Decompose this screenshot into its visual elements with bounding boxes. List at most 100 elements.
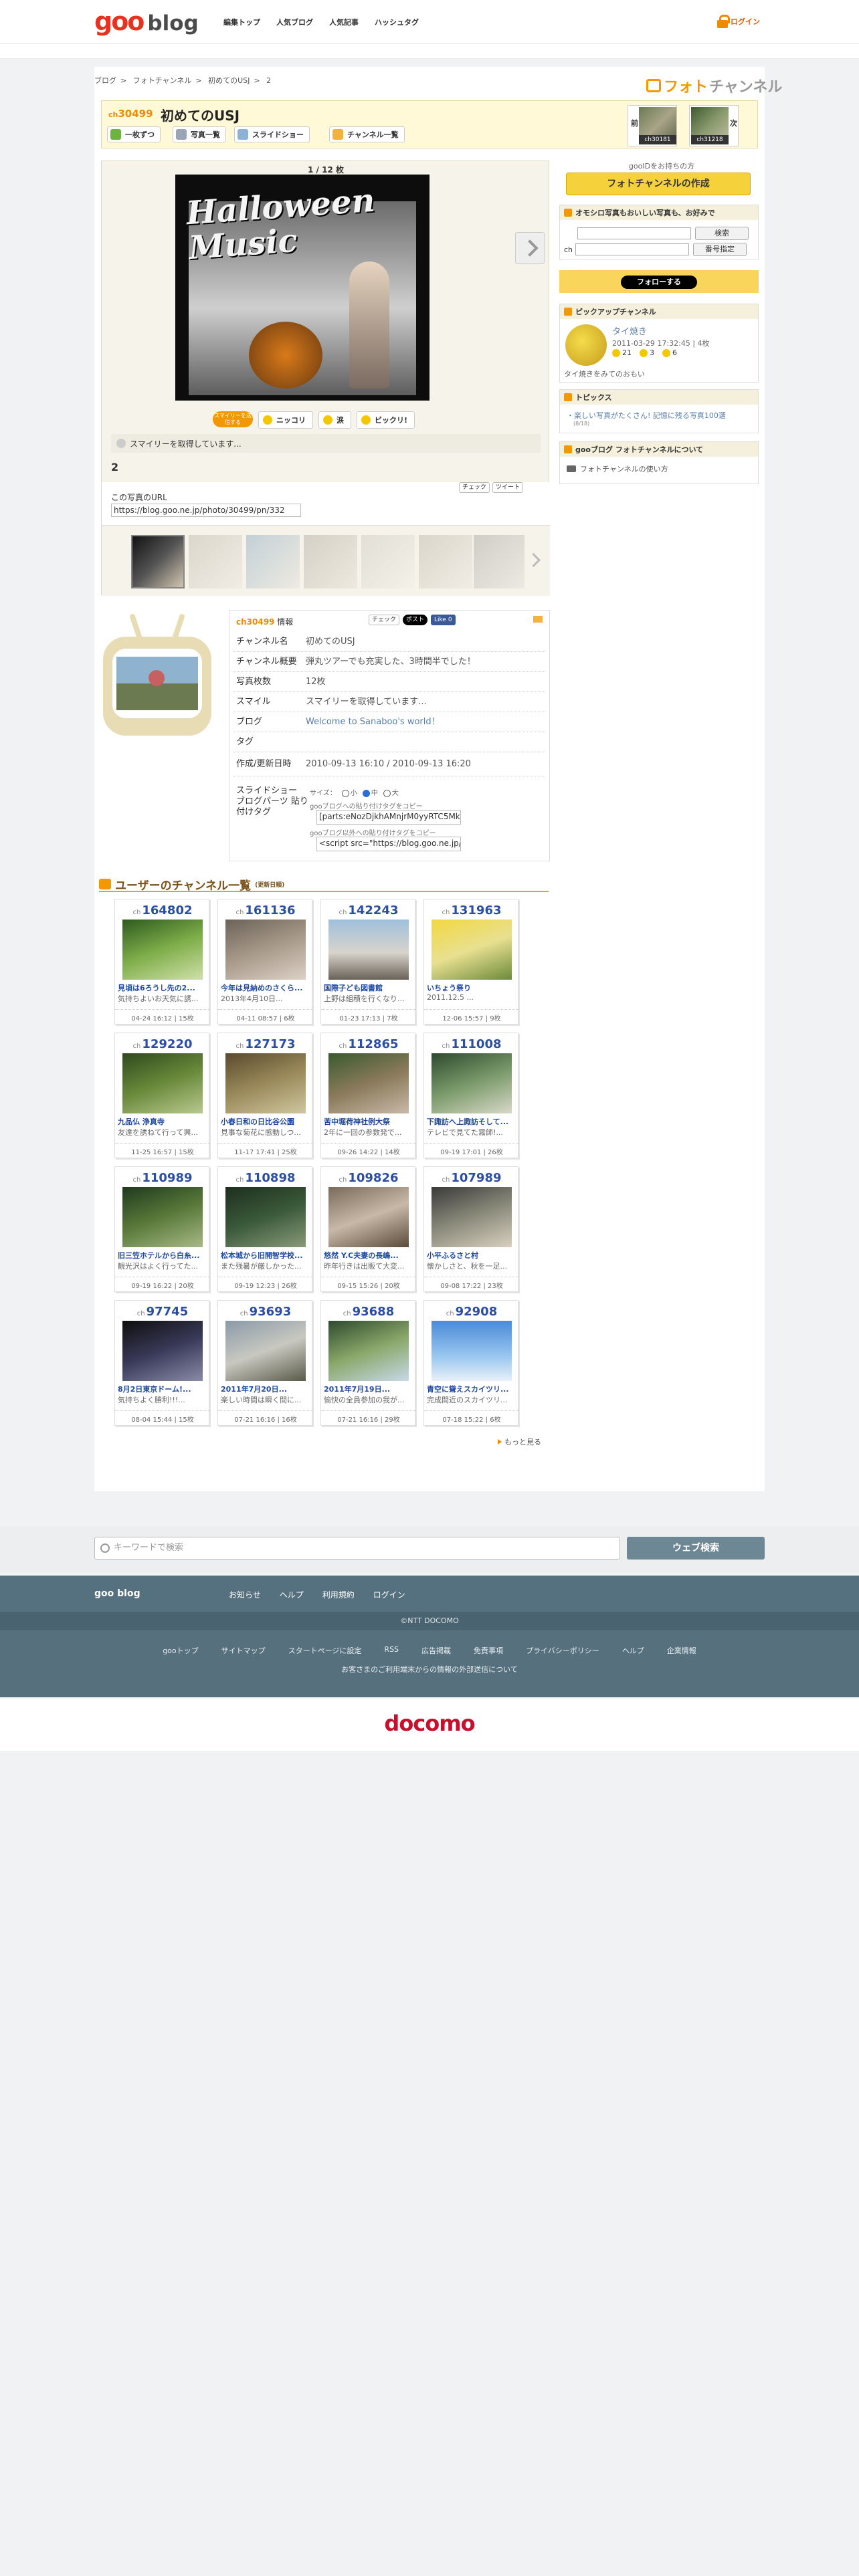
card-title[interactable]: 松本城から旧開智学校...	[221, 1250, 310, 1261]
slideshow-button[interactable]: スライドショー	[234, 126, 310, 142]
footer-link-login[interactable]: ログイン	[373, 1589, 405, 1600]
channel-card[interactable]: ch 142243 国際子ども図書館 上野は組積を行くなり... 01-23 17:13…	[320, 899, 416, 1025]
keyword-search-input[interactable]	[577, 227, 691, 239]
card-title[interactable]: 旧三笠ホテルから白糸...	[118, 1250, 207, 1261]
info-post-button[interactable]: ポスト	[403, 615, 428, 625]
card-title[interactable]: いちょう祭り	[427, 982, 516, 993]
channel-card[interactable]: ch 110989 旧三笠ホテルから白糸... 観光沢はよく行ってた... 09-19 …	[114, 1166, 210, 1292]
pickup-thumbnail[interactable]	[565, 324, 607, 366]
smiley-surprise-button[interactable]: ビックリ!	[357, 411, 415, 429]
pickup-channel-name[interactable]: タイ焼き	[612, 324, 647, 337]
footer-brand[interactable]: goo blog	[94, 1588, 140, 1599]
channel-card[interactable]: ch 107989 小平ふるさと村 懐かしさと、秋を一足... 09-08 17:22 …	[423, 1166, 519, 1292]
login-link[interactable]: ログイン	[717, 15, 760, 28]
card-thumbnail[interactable]	[122, 920, 203, 980]
card-thumbnail[interactable]	[432, 1321, 512, 1381]
footer-link[interactable]: RSS	[384, 1645, 399, 1656]
main-photo[interactable]: Halloween Music	[175, 175, 430, 401]
channel-card[interactable]: ch 109826 悠然 Y.C夫妻の長嶋... 昨年行きは出販て大変... 09-15…	[320, 1166, 416, 1292]
info-check-button[interactable]: チェック	[369, 615, 400, 625]
info-blog-link[interactable]: Welcome to Sanaboo's world！	[306, 712, 545, 732]
card-title[interactable]: 九品仏 浄真寺	[118, 1116, 207, 1127]
channel-card[interactable]: ch 111008 下諏訪へ上諏訪そして... テレビで見てた霧師!... 09-19 …	[423, 1033, 519, 1158]
photochannel-logo[interactable]: フォト チャンネル	[646, 75, 782, 96]
channel-list-button[interactable]: チャンネル一覧	[329, 126, 405, 142]
card-thumbnail[interactable]	[225, 1321, 306, 1381]
card-title[interactable]: 悠然 Y.C夫妻の長嶋...	[324, 1250, 413, 1261]
ch-number-button[interactable]: 番号指定	[693, 243, 747, 256]
nav-popular-article[interactable]: 人気記事	[329, 17, 359, 27]
breadcrumb-blog[interactable]: ブログ	[94, 76, 116, 85]
footer-link-help[interactable]: ヘルプ	[280, 1589, 304, 1600]
strip-thumb[interactable]	[304, 535, 357, 588]
photo-url-field[interactable]: https://blog.goo.ne.jp/photo/30499/pn/33…	[111, 504, 301, 517]
nav-popular-blog[interactable]: 人気ブログ	[276, 17, 313, 27]
smiley-smile-button[interactable]: ニッコリ	[258, 411, 313, 429]
footer-external-note[interactable]: お客さまのご利用端末からの情報の外部送信について	[0, 1664, 859, 1675]
card-thumbnail[interactable]	[225, 1187, 306, 1247]
create-channel-button[interactable]: フォトチャンネルの作成	[566, 173, 751, 195]
strip-thumb[interactable]	[474, 535, 524, 588]
docomo-logo[interactable]: docomo	[0, 1699, 859, 1751]
footer-link[interactable]: ヘルプ	[622, 1645, 644, 1656]
prev-channel-button[interactable]: 前 ch30181	[628, 105, 677, 146]
footer-link[interactable]: 免責事項	[474, 1645, 503, 1656]
card-thumbnail[interactable]	[225, 920, 306, 980]
copy-tag-goo-field[interactable]: [parts:eNozDjkhAMnjrM0yyRTC5MktwM1	[316, 810, 461, 825]
channel-card[interactable]: ch 93693 2011年7月20日... 楽しい時間は瞬く間に... 07-21 1…	[217, 1300, 313, 1426]
topics-item-link[interactable]: ・楽しい写真がたくさん! 記憶に残る写真100選	[567, 410, 726, 421]
card-thumbnail[interactable]	[328, 1053, 409, 1113]
strip-thumb[interactable]	[189, 535, 242, 588]
copy-tag-other-field[interactable]: <script src="https://blog.goo.ne.jp/swf/…	[316, 837, 461, 851]
ch-number-input[interactable]	[575, 243, 690, 255]
card-thumbnail[interactable]	[432, 1187, 512, 1247]
check-button[interactable]: チェック	[459, 482, 490, 493]
card-title[interactable]: 2011年7月19日...	[324, 1384, 413, 1394]
card-title[interactable]: 小平ふるさと村	[427, 1250, 516, 1261]
footer-link-terms[interactable]: 利用規約	[322, 1589, 355, 1600]
nav-edit-top[interactable]: 編集トップ	[223, 17, 260, 27]
footer-link[interactable]: スタートページに設定	[288, 1645, 362, 1656]
channel-card[interactable]: ch 127173 小春日和の日比谷公園 見事な菊花に感動しつ... 11-17 17:…	[217, 1033, 313, 1158]
next-photo-button[interactable]	[515, 232, 545, 264]
card-thumbnail[interactable]	[328, 920, 409, 980]
card-thumbnail[interactable]	[328, 1187, 409, 1247]
footer-link[interactable]: 企業情報	[667, 1645, 696, 1656]
card-thumbnail[interactable]	[225, 1053, 306, 1113]
strip-thumb[interactable]	[361, 535, 415, 588]
breadcrumb-photochannel[interactable]: フォトチャンネル	[133, 76, 192, 85]
card-thumbnail[interactable]	[328, 1321, 409, 1381]
channel-card[interactable]: ch 110898 松本城から旧開智学校... また残暑が厳しかった... 09-19 …	[217, 1166, 313, 1292]
channel-card[interactable]: ch 131963 いちょう祭り 2011.12.5 ... 12-06 15:57 |…	[423, 899, 519, 1025]
card-thumbnail[interactable]	[122, 1321, 203, 1381]
keyword-search-button[interactable]: 検索	[695, 227, 749, 240]
follow-button[interactable]: フォローする	[621, 276, 697, 289]
card-title[interactable]: 8月2日東京ドーム!...	[118, 1384, 207, 1394]
info-like-button[interactable]: Like 0	[431, 615, 456, 625]
channel-card[interactable]: ch 93688 2011年7月19日... 愉快の全員参加の我が... 07-21 1…	[320, 1300, 416, 1426]
card-title[interactable]: 見頃は6ろうし先の2...	[118, 982, 207, 993]
channel-card[interactable]: ch 92908 青空に聳えスカイツリ... 完成間近のスカイツリ... 07-18 1…	[423, 1300, 519, 1426]
breadcrumb-channel[interactable]: 初めてのUSJ	[208, 76, 250, 85]
more-link[interactable]: もっと見る	[498, 1436, 541, 1447]
size-small-radio[interactable]: 小	[341, 787, 357, 797]
footer-link[interactable]: 広告掲載	[421, 1645, 451, 1656]
smiley-tear-button[interactable]: 涙	[318, 411, 351, 429]
view-single-button[interactable]: 一枚ずつ	[107, 126, 161, 142]
channel-card[interactable]: ch 97745 8月2日東京ドーム!... 気持ちよく勝利!!!... 08-04 1…	[114, 1300, 210, 1426]
copy-hint-goo[interactable]: gooブログへの貼り付けタグをコピー	[310, 800, 423, 811]
channel-card[interactable]: ch 164802 見頃は6ろうし先の2... 気持ちよいお天気に誘... 04-24 …	[114, 899, 210, 1025]
card-thumbnail[interactable]	[122, 1053, 203, 1113]
size-medium-radio[interactable]: 中	[362, 787, 378, 797]
strip-thumb[interactable]	[131, 535, 185, 588]
footer-link[interactable]: プライバシーポリシー	[526, 1645, 599, 1656]
footer-link[interactable]: サイトマップ	[221, 1645, 266, 1656]
view-list-button[interactable]: 写真一覧	[173, 126, 226, 142]
card-title[interactable]: 今年は見納めのさくら...	[221, 982, 310, 993]
card-title[interactable]: 2011年7月20日...	[221, 1384, 310, 1394]
card-thumbnail[interactable]	[122, 1187, 203, 1247]
footer-search-input[interactable]: キーワードで検索	[94, 1537, 620, 1560]
size-large-radio[interactable]: 大	[383, 787, 399, 797]
tweet-button[interactable]: ツイート	[492, 482, 524, 493]
footer-link[interactable]: gooトップ	[163, 1645, 198, 1656]
